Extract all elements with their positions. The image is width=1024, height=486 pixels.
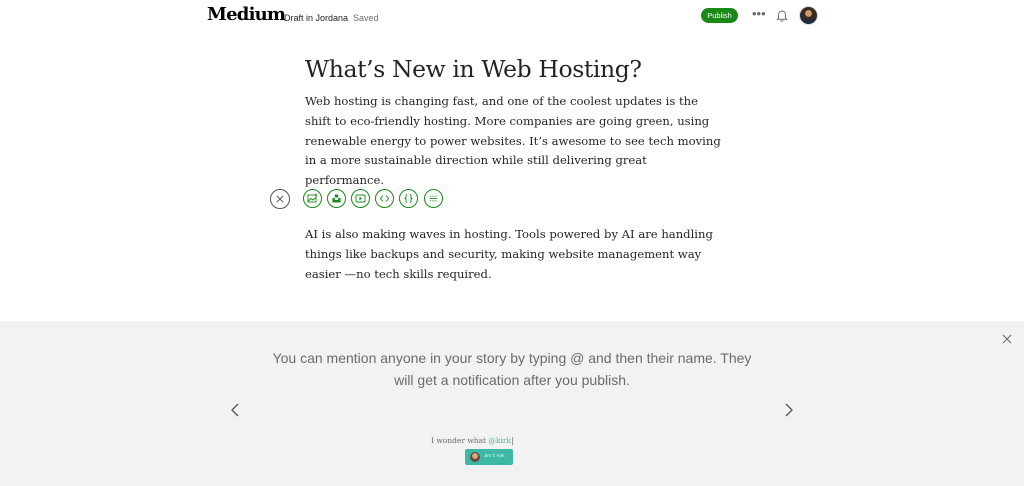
publish-button[interactable]: Publish bbox=[701, 8, 738, 23]
tip-text: You can mention anyone in your story by … bbox=[272, 350, 752, 388]
draft-location: Draft in Jordana bbox=[284, 13, 349, 23]
video-icon[interactable] bbox=[351, 189, 370, 208]
previous-tip-chevron-left-icon[interactable] bbox=[230, 402, 240, 418]
embed-icon[interactable] bbox=[375, 189, 394, 208]
text-caret bbox=[512, 437, 514, 445]
mention-suggestion: Jim T. Kirk bbox=[465, 449, 513, 465]
close-tips-icon[interactable] bbox=[1001, 332, 1013, 344]
more-options-icon[interactable]: ••• bbox=[752, 6, 766, 21]
story-paragraph-1[interactable]: Web hosting is changing fast, and one of… bbox=[305, 92, 725, 191]
top-bar: Medium Draft in Jordana Saved Publish ••… bbox=[0, 0, 1024, 34]
mention-demo-text: I wonder what @kirk bbox=[431, 436, 514, 445]
code-block-icon[interactable] bbox=[399, 189, 418, 208]
save-status: Saved bbox=[353, 13, 379, 23]
demo-prefix: I wonder what bbox=[431, 436, 489, 445]
demo-mention: @kirk bbox=[488, 436, 512, 445]
next-tip-chevron-right-icon[interactable] bbox=[784, 402, 794, 418]
medium-logo[interactable]: Medium bbox=[207, 4, 286, 25]
suggestion-avatar bbox=[470, 452, 480, 462]
notifications-bell-icon[interactable] bbox=[775, 9, 789, 23]
separator-icon[interactable] bbox=[424, 189, 443, 208]
close-icon[interactable] bbox=[270, 189, 290, 209]
add-image-icon[interactable] bbox=[303, 189, 322, 208]
suggestion-name: Jim T. Kirk bbox=[484, 453, 505, 458]
story-paragraph-2[interactable]: AI is also making waves in hosting. Tool… bbox=[305, 225, 725, 284]
user-avatar[interactable] bbox=[799, 6, 818, 25]
story-title[interactable]: What’s New in Web Hosting? bbox=[305, 55, 642, 83]
unsplash-icon[interactable] bbox=[327, 189, 346, 208]
